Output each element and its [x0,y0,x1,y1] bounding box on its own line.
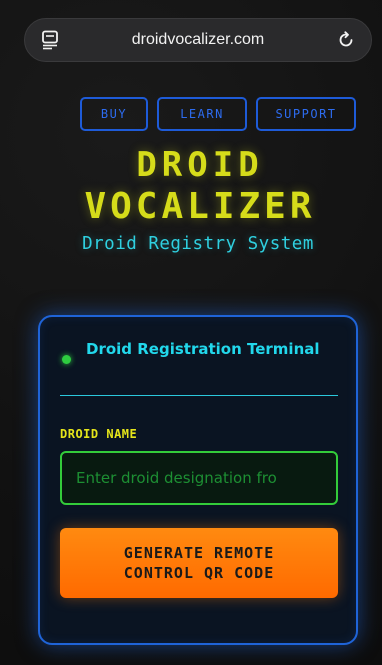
reader-icon[interactable] [41,30,59,50]
card-heading: Droid Registration Terminal [86,340,320,358]
generate-qr-button[interactable]: GENERATE REMOTE CONTROL QR CODE [60,528,338,598]
top-nav: BUY LEARN SUPPORT [80,97,356,131]
reload-icon[interactable] [337,31,355,49]
generate-qr-button-label: GENERATE REMOTE CONTROL QR CODE [123,544,275,582]
status-indicator-icon [62,355,71,364]
page-title-line2: VOCALIZER [84,186,316,227]
page-title-line1: DROID [136,145,264,185]
buy-button[interactable]: BUY [80,97,148,131]
divider [60,395,338,396]
droid-name-label: DROID NAME [60,427,138,441]
url-text[interactable]: droidvocalizer.com [132,31,265,49]
registration-card: Droid Registration Terminal DROID NAME G… [38,315,358,645]
support-button[interactable]: SUPPORT [256,97,356,131]
page-subtitle: Droid Registry System [82,234,314,254]
droid-name-input[interactable] [60,451,338,505]
address-bar[interactable]: droidvocalizer.com [24,18,372,62]
learn-button[interactable]: LEARN [157,97,247,131]
page: droidvocalizer.com BUY LEARN SUPPORT DRO… [0,0,382,665]
